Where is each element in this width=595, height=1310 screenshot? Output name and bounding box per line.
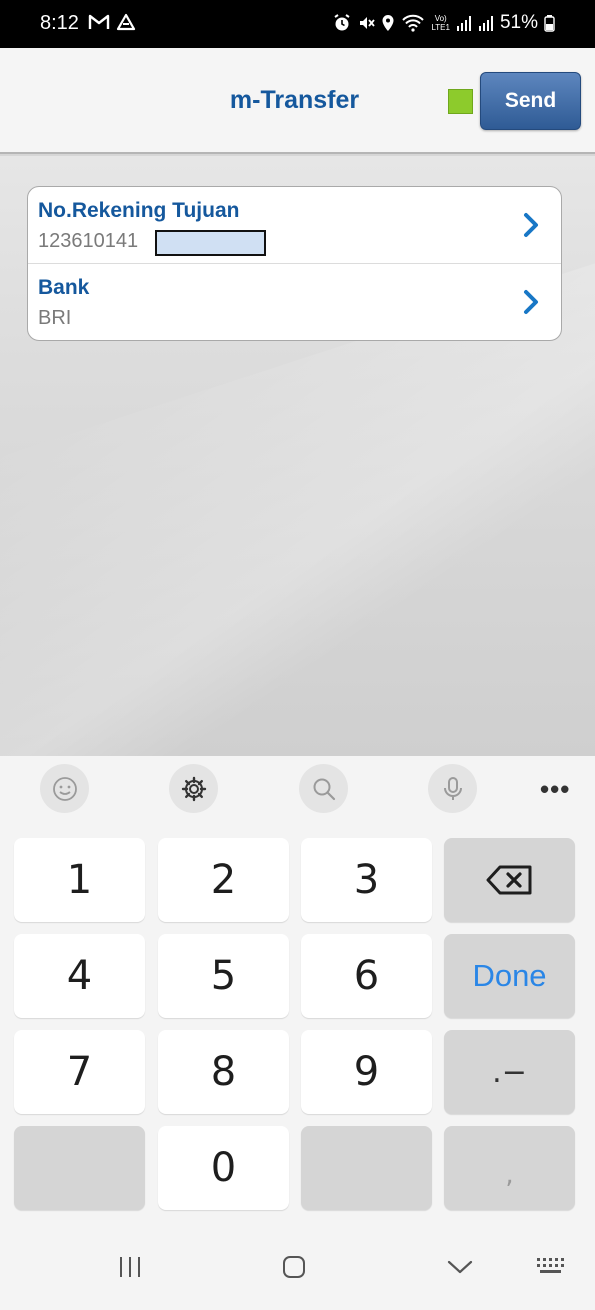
key-9[interactable]: 9	[301, 1030, 432, 1114]
volte-badge: Vo) LTE1	[431, 14, 450, 32]
key-7[interactable]: 7	[14, 1030, 145, 1114]
mute-icon	[360, 17, 376, 29]
keyboard-settings-button[interactable]	[169, 764, 218, 813]
send-button[interactable]: Send	[480, 72, 581, 130]
comma-key[interactable]: ,	[444, 1126, 575, 1210]
battery-percent: 51%	[499, 12, 538, 33]
chevron-right-icon	[524, 290, 538, 314]
key-5[interactable]: 5	[158, 934, 289, 1018]
transfer-form-card: No.Rekening Tujuan 123610141 Bank BRI	[27, 186, 562, 341]
signal-icon	[456, 16, 471, 31]
blank-key-left	[14, 1126, 145, 1210]
destination-account-row[interactable]: No.Rekening Tujuan 123610141	[28, 187, 561, 264]
wifi-icon	[402, 14, 425, 32]
settings-icon	[181, 776, 206, 801]
alarm-icon	[334, 14, 350, 31]
system-status-icons: Vo) LTE1 51%	[333, 12, 555, 34]
more-options-button[interactable]: •••	[540, 774, 570, 805]
destination-account-label: No.Rekening Tujuan	[38, 199, 240, 222]
more-icon: •••	[540, 774, 571, 804]
volte-label: Vo)	[434, 14, 447, 23]
recent-apps-icon[interactable]	[117, 1254, 143, 1280]
key-0[interactable]: 0	[158, 1126, 289, 1210]
back-icon[interactable]	[446, 1254, 474, 1280]
microphone-icon	[443, 776, 462, 800]
done-key[interactable]: Done	[444, 934, 575, 1018]
key-3[interactable]: 3	[301, 838, 432, 922]
gmail-icon	[88, 14, 110, 29]
connection-status-indicator	[448, 89, 473, 114]
voice-input-button[interactable]	[428, 764, 477, 813]
blank-key-right	[301, 1126, 432, 1210]
keyboard-toolbar: •••	[0, 756, 595, 822]
numeric-keypad: 1 2 3 4 5 6 Done 7 8 9 .− 0 ,	[0, 822, 595, 1232]
keyboard-hide-icon[interactable]	[536, 1254, 566, 1280]
key-6[interactable]: 6	[301, 934, 432, 1018]
bank-label: Bank	[38, 276, 90, 299]
notification-icons	[88, 13, 136, 31]
key-4[interactable]: 4	[14, 934, 145, 1018]
content-area: No.Rekening Tujuan 123610141 Bank BRI	[0, 156, 595, 756]
drive-icon	[116, 13, 136, 31]
status-bar: 8:12 Vo) LTE1 51%	[0, 0, 595, 48]
lte-label: LTE1	[431, 23, 450, 32]
emoji-icon	[52, 776, 77, 801]
location-icon	[382, 15, 394, 31]
destination-account-value: 123610141	[38, 230, 139, 252]
chevron-right-icon	[524, 213, 538, 237]
status-time: 8:12	[40, 12, 79, 34]
backspace-key[interactable]	[444, 838, 575, 922]
key-1[interactable]: 1	[14, 838, 145, 922]
home-icon[interactable]	[281, 1254, 307, 1280]
bank-row[interactable]: Bank BRI	[28, 264, 561, 340]
key-8[interactable]: 8	[158, 1030, 289, 1114]
dot-minus-key[interactable]: .−	[444, 1030, 575, 1114]
bank-value: BRI	[38, 307, 72, 329]
search-icon	[313, 778, 335, 800]
backspace-icon	[486, 865, 531, 895]
battery-icon	[544, 15, 555, 32]
signal-icon-2	[478, 16, 493, 31]
key-2[interactable]: 2	[158, 838, 289, 922]
redacted-account-digits	[155, 230, 266, 256]
keyboard-search-button[interactable]	[299, 764, 348, 813]
navigation-bar	[0, 1232, 595, 1310]
emoji-button[interactable]	[40, 764, 89, 813]
app-header: m-Transfer Send	[0, 48, 595, 154]
